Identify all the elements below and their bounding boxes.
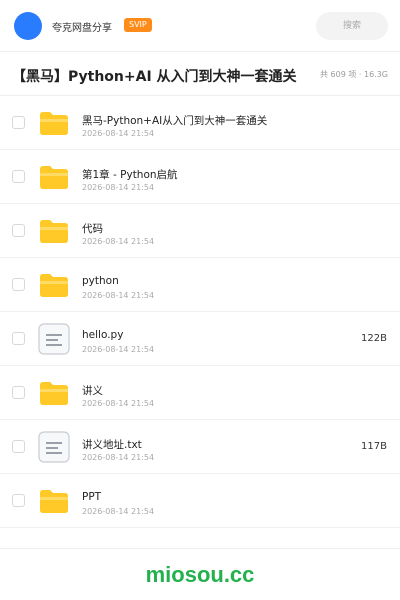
row-checkbox[interactable] [12, 116, 25, 129]
top-bar: 夸克网盘分享 SVIP [0, 0, 400, 52]
folder-icon [38, 107, 70, 139]
row-checkbox[interactable] [12, 332, 25, 345]
file-name: 代码 [82, 223, 103, 235]
row-checkbox[interactable] [12, 278, 25, 291]
file-date: 2026-08-14 21:54 [82, 507, 155, 516]
svip-badge: SVIP [124, 18, 152, 32]
file-date: 2026-08-14 21:54 [82, 129, 155, 138]
row-checkbox[interactable] [12, 494, 25, 507]
search-box[interactable] [316, 12, 388, 40]
document-icon [38, 431, 70, 463]
file-date: 2026-08-14 21:54 [82, 291, 155, 300]
file-name: hello.py [82, 329, 124, 341]
file-name: python [82, 275, 119, 287]
file-date: 2026-08-14 21:54 [82, 237, 155, 246]
file-name: 黑马-Python+AI从入门到大神一套通关 [82, 115, 268, 127]
file-row[interactable]: 讲义地址.txt 2026-08-14 21:54 117B [0, 420, 400, 474]
document-icon [38, 323, 70, 355]
share-header: 【黑马】Python+AI 从入门到大神一套通关 共 609 项 · 16.3G [0, 52, 400, 96]
file-name: PPT [82, 491, 102, 503]
site-watermark: miosou.cc [145, 562, 255, 587]
file-size: 117B [361, 441, 387, 452]
share-meta: 共 609 项 · 16.3G [320, 70, 388, 79]
file-row[interactable]: 黑马-Python+AI从入门到大神一套通关 2026-08-14 21:54 [0, 96, 400, 150]
file-date: 2026-08-14 21:54 [82, 183, 155, 192]
row-checkbox[interactable] [12, 170, 25, 183]
folder-icon [38, 161, 70, 193]
user-name: 夸克网盘分享 [52, 23, 112, 34]
file-name: 讲义 [82, 385, 103, 397]
search-input[interactable] [316, 12, 388, 40]
avatar[interactable] [14, 12, 42, 40]
file-name: 第1章 - Python启航 [82, 169, 178, 181]
row-checkbox[interactable] [12, 386, 25, 399]
folder-icon [38, 269, 70, 301]
footer-divider [0, 548, 400, 549]
file-row[interactable]: PPT 2026-08-14 21:54 [0, 474, 400, 528]
folder-icon [38, 215, 70, 247]
folder-icon [38, 485, 70, 517]
file-size: 122B [361, 333, 387, 344]
file-date: 2026-08-14 21:54 [82, 345, 155, 354]
share-title: 【黑马】Python+AI 从入门到大神一套通关 [12, 69, 297, 85]
file-row[interactable]: python 2026-08-14 21:54 [0, 258, 400, 312]
file-list: 黑马-Python+AI从入门到大神一套通关 2026-08-14 21:54 … [0, 96, 400, 528]
file-date: 2026-08-14 21:54 [82, 399, 155, 408]
row-checkbox[interactable] [12, 440, 25, 453]
file-name: 讲义地址.txt [82, 439, 142, 451]
file-date: 2026-08-14 21:54 [82, 453, 155, 462]
folder-icon [38, 377, 70, 409]
file-row[interactable]: 第1章 - Python启航 2026-08-14 21:54 [0, 150, 400, 204]
file-row[interactable]: hello.py 2026-08-14 21:54 122B [0, 312, 400, 366]
file-row[interactable]: 讲义 2026-08-14 21:54 [0, 366, 400, 420]
file-row[interactable]: 代码 2026-08-14 21:54 [0, 204, 400, 258]
row-checkbox[interactable] [12, 224, 25, 237]
